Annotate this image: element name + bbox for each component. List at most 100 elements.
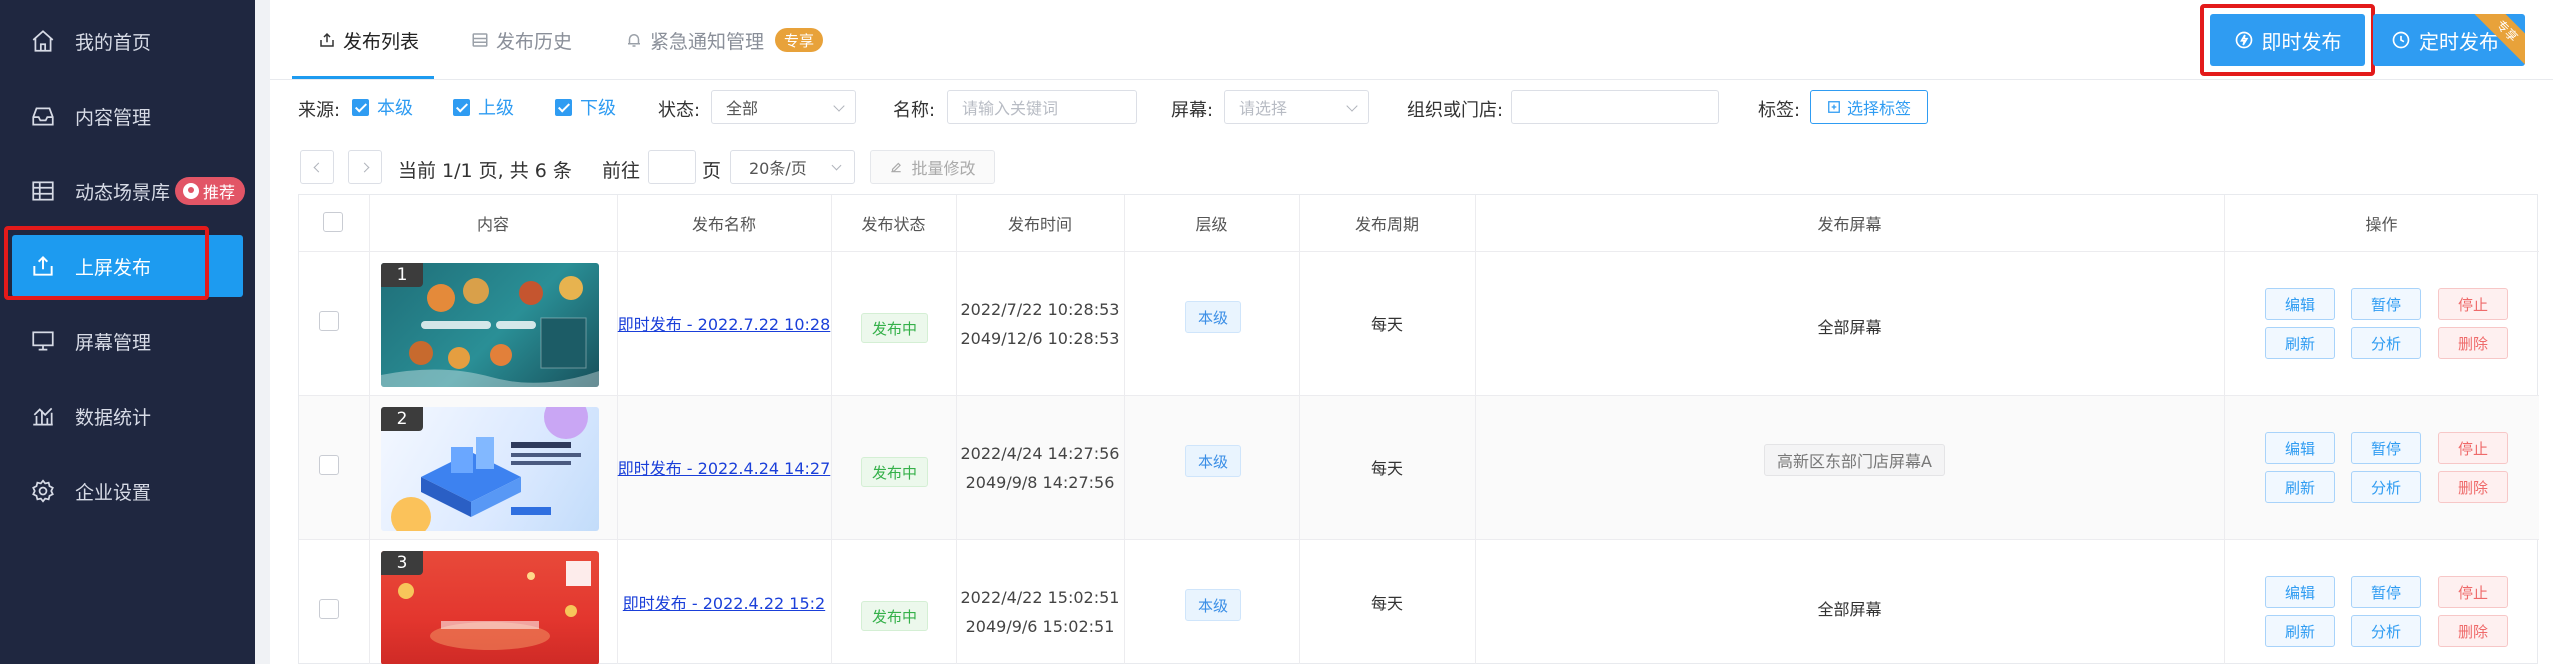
screen-cell: 全部屏幕 xyxy=(1817,318,1882,337)
tag-label: 标签: xyxy=(1758,100,1801,121)
tab-publish-list[interactable]: 发布列表 xyxy=(318,0,419,80)
sidebar-item-label: 上屏发布 xyxy=(75,256,152,279)
sidebar-item-settings[interactable]: 企业设置 xyxy=(0,460,255,522)
exclusive-badge: 专享 xyxy=(775,28,824,52)
batch-edit-button[interactable]: 批量修改 xyxy=(870,150,995,184)
stop-button[interactable]: 停止 xyxy=(2438,288,2508,320)
next-page-button[interactable] xyxy=(348,150,382,184)
edit-button[interactable]: 编辑 xyxy=(2265,432,2335,464)
org-input[interactable] xyxy=(1511,90,1719,124)
header-actions: 操作 xyxy=(2365,215,2398,234)
sidebar-item-stats[interactable]: 数据统计 xyxy=(0,385,255,447)
refresh-button[interactable]: 刷新 xyxy=(2265,327,2335,359)
delete-button[interactable]: 删除 xyxy=(2438,615,2508,647)
status-label: 状态: xyxy=(658,100,701,121)
main-panel: 发布列表 发布历史 紧急通知管理 专享 即时发布 定时发布 专享 来源: 本级 … xyxy=(270,0,2553,664)
stop-button[interactable]: 停止 xyxy=(2438,432,2508,464)
sidebar-item-screens[interactable]: 屏幕管理 xyxy=(0,310,255,372)
org-label: 组织或门店: xyxy=(1407,100,1504,121)
prev-page-button[interactable] xyxy=(300,150,334,184)
inbox-icon xyxy=(32,107,54,126)
check-icon xyxy=(453,98,470,116)
page-size-select[interactable]: 20条/页 xyxy=(730,150,855,184)
delete-button[interactable]: 删除 xyxy=(2438,327,2508,359)
publish-name-link[interactable]: 即时发布 - 2022.4.24 14:27 xyxy=(618,455,831,479)
name-search-input[interactable]: 请输入关键词 xyxy=(947,90,1137,124)
thumbnail-index: 2 xyxy=(381,407,423,431)
award-icon xyxy=(183,183,199,199)
tab-active-indicator xyxy=(292,76,434,79)
refresh-button[interactable]: 刷新 xyxy=(2265,471,2335,503)
screen-select[interactable]: 请选择 xyxy=(1224,90,1369,124)
sidebar-item-label: 企业设置 xyxy=(75,481,152,504)
row-checkbox[interactable] xyxy=(319,599,339,619)
lightning-icon xyxy=(2235,31,2252,49)
name-label: 名称: xyxy=(893,100,936,121)
sidebar-item-label: 动态场景库 xyxy=(75,181,171,204)
page-unit-label: 页 xyxy=(702,160,722,182)
pause-button[interactable]: 暂停 xyxy=(2351,432,2421,464)
select-tag-button[interactable]: 选择标签 xyxy=(1810,90,1928,124)
history-icon xyxy=(472,33,488,47)
edit-button[interactable]: 编辑 xyxy=(2265,576,2335,608)
header-time: 发布时间 xyxy=(1007,215,1072,234)
publish-name-cell: 即时发布 - 2022.4.22 15:2 xyxy=(617,539,831,664)
goto-label: 前往 xyxy=(602,160,641,182)
publish-name-link[interactable]: 即时发布 - 2022.7.22 10:28 xyxy=(618,311,831,335)
header-screen: 发布屏幕 xyxy=(1817,215,1882,234)
tag-icon xyxy=(1828,101,1840,113)
publish-table: 内容 发布名称 发布状态 发布时间 层级 发布周期 发布屏幕 操作 1 即时发布… xyxy=(298,194,2539,664)
upload-icon xyxy=(33,255,53,276)
chevron-down-icon xyxy=(831,160,842,171)
stop-button[interactable]: 停止 xyxy=(2438,576,2508,608)
source-checkbox-upper[interactable]: 上级 xyxy=(453,94,514,120)
source-label: 来源: xyxy=(298,100,341,121)
sidebar-item-content[interactable]: 内容管理 xyxy=(0,85,255,147)
screen-cell: 全部屏幕 xyxy=(1817,600,1882,619)
edit-icon xyxy=(891,162,902,173)
screen-label: 屏幕: xyxy=(1171,100,1214,121)
select-all-checkbox[interactable] xyxy=(323,212,343,232)
sidebar-item-publish[interactable]: 上屏发布 xyxy=(12,235,243,297)
analyze-button[interactable]: 分析 xyxy=(2351,327,2421,359)
upload-small-icon xyxy=(320,32,334,47)
analyze-button[interactable]: 分析 xyxy=(2351,615,2421,647)
publish-timed-button[interactable]: 定时发布 专享 xyxy=(2373,14,2525,66)
app-root: 我的首页 内容管理 动态场景库 推荐 上屏发布 屏幕管理 数据统计 企业设置 发… xyxy=(0,0,2553,664)
header-cycle: 发布周期 xyxy=(1354,215,1419,234)
content-thumbnail[interactable]: 2 xyxy=(381,407,599,531)
cycle-cell: 每天 xyxy=(1370,315,1403,334)
content-thumbnail[interactable]: 1 xyxy=(381,263,599,387)
publish-now-button[interactable]: 即时发布 xyxy=(2210,14,2365,66)
source-checkbox-lower[interactable]: 下级 xyxy=(555,94,616,120)
chevron-down-icon xyxy=(1346,100,1358,112)
tab-publish-history[interactable]: 发布历史 xyxy=(471,0,572,80)
sidebar-item-home[interactable]: 我的首页 xyxy=(0,10,255,72)
status-select[interactable]: 全部 xyxy=(711,90,856,124)
goto-page-input[interactable] xyxy=(648,150,696,184)
status-badge: 发布中 xyxy=(861,457,929,487)
header-content: 内容 xyxy=(476,215,509,234)
sidebar-item-label: 我的首页 xyxy=(75,31,152,54)
home-icon xyxy=(32,30,54,52)
analyze-button[interactable]: 分析 xyxy=(2351,471,2421,503)
refresh-button[interactable]: 刷新 xyxy=(2265,615,2335,647)
row-checkbox[interactable] xyxy=(319,311,339,331)
row-checkbox[interactable] xyxy=(319,455,339,475)
publish-name-link[interactable]: 即时发布 - 2022.4.22 15:2 xyxy=(623,590,825,614)
pause-button[interactable]: 暂停 xyxy=(2351,288,2421,320)
chevron-down-icon xyxy=(833,100,845,112)
gear-icon xyxy=(32,479,54,503)
publish-time: 2022/4/22 15:02:51 2049/9/6 15:02:51 xyxy=(960,588,1120,636)
level-badge: 本级 xyxy=(1185,589,1242,621)
edit-button[interactable]: 编辑 xyxy=(2265,288,2335,320)
source-checkbox-self[interactable]: 本级 xyxy=(352,94,413,120)
level-badge: 本级 xyxy=(1185,301,1242,333)
header-level: 层级 xyxy=(1195,215,1228,234)
tab-emergency-notice[interactable]: 紧急通知管理 专享 xyxy=(625,0,824,80)
pause-button[interactable]: 暂停 xyxy=(2351,576,2421,608)
content-thumbnail[interactable]: 3 xyxy=(381,551,599,664)
delete-button[interactable]: 删除 xyxy=(2438,471,2508,503)
check-icon xyxy=(352,98,369,116)
publish-time: 2022/4/24 14:27:56 2049/9/8 14:27:56 xyxy=(960,444,1120,492)
